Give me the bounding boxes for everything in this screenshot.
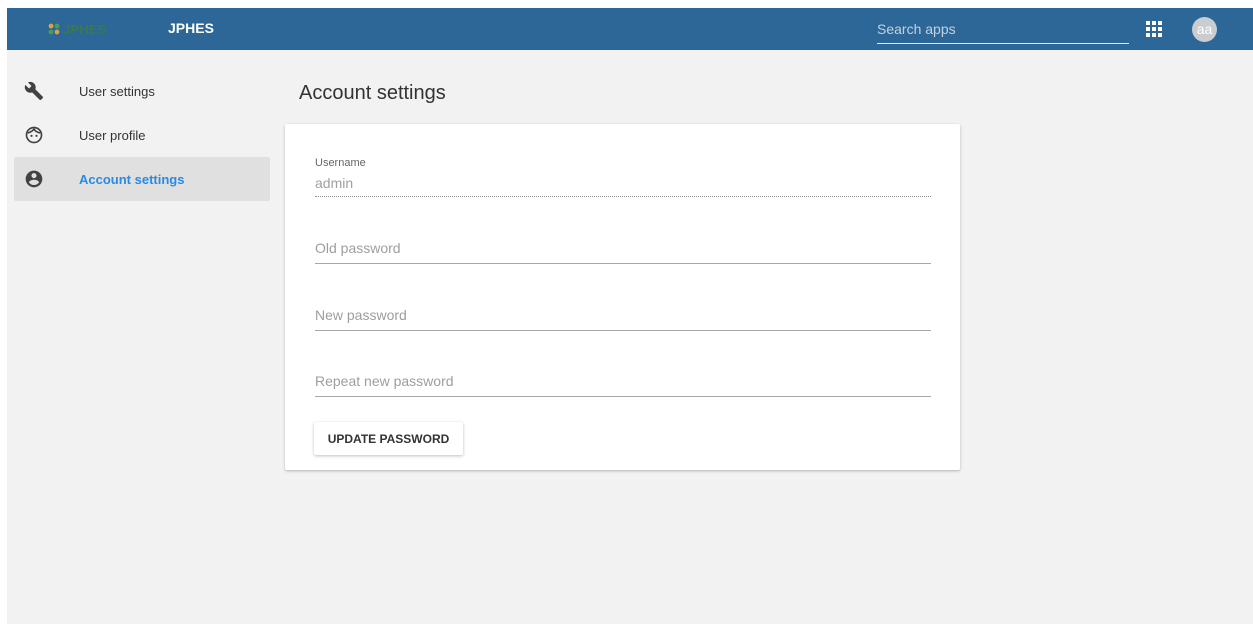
page-title: Account settings bbox=[299, 82, 446, 104]
top-bar: JPHES JPHES aa bbox=[7, 8, 1253, 50]
sidebar: User settings User profile Account setti… bbox=[14, 69, 270, 201]
sidebar-item-label: Account settings bbox=[79, 171, 185, 187]
account-settings-card: Username admin UPDATE PASSWORD bbox=[285, 124, 960, 470]
username-value: admin bbox=[315, 175, 931, 197]
wrench-icon bbox=[24, 81, 44, 101]
username-field: Username admin bbox=[315, 157, 931, 199]
old-password-input[interactable] bbox=[315, 236, 931, 264]
user-avatar[interactable]: aa bbox=[1192, 17, 1217, 42]
old-password-field bbox=[315, 236, 931, 264]
search-apps-input[interactable] bbox=[877, 17, 1129, 44]
account-circle-icon bbox=[24, 169, 44, 189]
face-icon bbox=[24, 125, 44, 145]
app-window: JPHES JPHES aa User settings bbox=[7, 8, 1253, 624]
sidebar-item-user-settings[interactable]: User settings bbox=[14, 69, 270, 113]
logo[interactable]: JPHES bbox=[47, 20, 107, 38]
logo-text: JPHES bbox=[63, 21, 107, 37]
update-password-button[interactable]: UPDATE PASSWORD bbox=[314, 422, 463, 455]
apps-grid-icon[interactable] bbox=[1146, 21, 1162, 37]
repeat-password-input[interactable] bbox=[315, 369, 931, 397]
sidebar-item-account-settings[interactable]: Account settings bbox=[14, 157, 270, 201]
sidebar-item-label: User settings bbox=[79, 83, 155, 99]
username-label: Username bbox=[315, 157, 366, 169]
new-password-field bbox=[315, 303, 931, 331]
new-password-input[interactable] bbox=[315, 303, 931, 331]
app-title[interactable]: JPHES bbox=[168, 20, 214, 36]
sidebar-item-user-profile[interactable]: User profile bbox=[14, 113, 270, 157]
sidebar-item-label: User profile bbox=[79, 127, 146, 143]
repeat-password-field bbox=[315, 369, 931, 397]
logo-emblem-icon bbox=[48, 23, 60, 35]
